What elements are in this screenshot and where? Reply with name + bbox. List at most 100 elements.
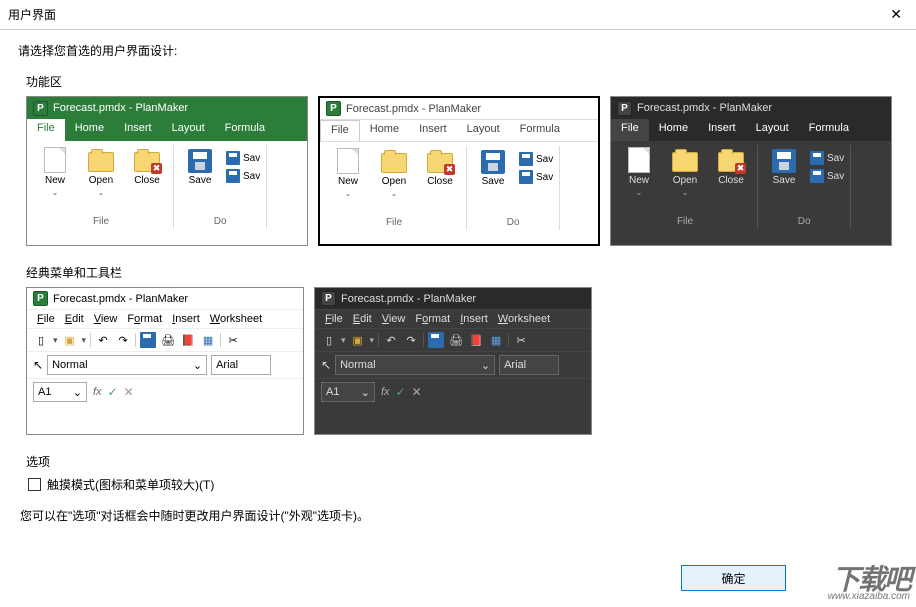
ribbon-option-dark[interactable]: P Forecast.pmdx - PlanMaker File Home In… bbox=[610, 96, 892, 246]
tab-file[interactable]: File bbox=[27, 119, 65, 141]
tab-formula[interactable]: Formula bbox=[799, 119, 859, 141]
chevron-down-icon[interactable]: ▾ bbox=[53, 335, 58, 346]
classic-option-dark[interactable]: P Forecast.pmdx - PlanMaker File Edit Vi… bbox=[314, 287, 592, 435]
save-all-button[interactable]: Sav bbox=[226, 169, 260, 183]
tab-home[interactable]: Home bbox=[649, 119, 698, 141]
menu-worksheet[interactable]: Worksheet bbox=[494, 312, 554, 326]
ribbon-option-white[interactable]: P Forecast.pmdx - PlanMaker File Home In… bbox=[318, 96, 600, 246]
folder-icon[interactable]: ▣ bbox=[350, 332, 366, 348]
font-select[interactable]: Arial bbox=[211, 355, 271, 375]
open-button[interactable]: Open⌄ bbox=[663, 147, 707, 197]
cursor-icon[interactable]: ↖ bbox=[321, 358, 331, 372]
x-icon[interactable]: ✕ bbox=[412, 385, 422, 399]
fx-icon[interactable]: fx bbox=[381, 386, 390, 398]
pdf-icon[interactable]: 📕 bbox=[468, 332, 484, 348]
menu-insert[interactable]: Insert bbox=[168, 312, 204, 326]
open-button[interactable]: Open⌄ bbox=[79, 147, 123, 197]
checkbox-icon[interactable] bbox=[28, 478, 41, 491]
menu-view[interactable]: View bbox=[90, 312, 122, 326]
new-button[interactable]: New⌄ bbox=[326, 148, 370, 198]
print-icon[interactable]: 🖨 bbox=[160, 332, 176, 348]
print-icon[interactable]: 🖨 bbox=[448, 332, 464, 348]
x-icon[interactable]: ✕ bbox=[124, 385, 134, 399]
ribbon-option-green[interactable]: P Forecast.pmdx - PlanMaker File Home In… bbox=[26, 96, 308, 246]
check-icon[interactable]: ✓ bbox=[108, 385, 118, 399]
touch-mode-row[interactable]: 触摸模式(图标和菜单项较大)(T) bbox=[28, 476, 898, 493]
undo-icon[interactable]: ↶ bbox=[383, 332, 399, 348]
save-as-button[interactable]: Sav bbox=[810, 151, 844, 165]
save-all-button[interactable]: Sav bbox=[519, 170, 553, 184]
close-button[interactable]: Close bbox=[418, 148, 462, 198]
tab-layout[interactable]: Layout bbox=[457, 120, 510, 141]
style-row: ↖ Normal⌄ Arial bbox=[315, 352, 591, 379]
new-button[interactable]: New⌄ bbox=[33, 147, 77, 197]
font-select[interactable]: Arial bbox=[499, 355, 559, 375]
table-icon[interactable]: ▦ bbox=[200, 332, 216, 348]
menu-edit[interactable]: Edit bbox=[61, 312, 88, 326]
save-icon[interactable] bbox=[140, 332, 156, 348]
menu-file[interactable]: File bbox=[321, 312, 347, 326]
style-select[interactable]: Normal⌄ bbox=[47, 355, 207, 375]
undo-icon[interactable]: ↶ bbox=[95, 332, 111, 348]
new-doc-icon[interactable]: ▯ bbox=[33, 332, 49, 348]
chevron-down-icon[interactable]: ▾ bbox=[370, 335, 375, 346]
app-icon: P bbox=[326, 101, 341, 116]
folder-icon bbox=[381, 153, 407, 173]
save-as-button[interactable]: Sav bbox=[226, 151, 260, 165]
scissors-icon[interactable]: ✂ bbox=[513, 332, 529, 348]
pdf-icon[interactable]: 📕 bbox=[180, 332, 196, 348]
scissors-icon[interactable]: ✂ bbox=[225, 332, 241, 348]
save-button[interactable]: Save bbox=[471, 148, 515, 188]
tab-home[interactable]: Home bbox=[360, 120, 409, 141]
tab-formula[interactable]: Formula bbox=[215, 119, 275, 141]
tab-layout[interactable]: Layout bbox=[162, 119, 215, 141]
check-icon[interactable]: ✓ bbox=[396, 385, 406, 399]
tab-insert[interactable]: Insert bbox=[698, 119, 746, 141]
classic-option-light[interactable]: P Forecast.pmdx - PlanMaker File Edit Vi… bbox=[26, 287, 304, 435]
folder-icon[interactable]: ▣ bbox=[62, 332, 78, 348]
close-button[interactable]: Close bbox=[709, 147, 753, 197]
dialog-content: 请选择您首选的用户界面设计: 功能区 P Forecast.pmdx - Pla… bbox=[0, 30, 916, 536]
tab-insert[interactable]: Insert bbox=[114, 119, 162, 141]
open-button[interactable]: Open⌄ bbox=[372, 148, 416, 198]
menu-view[interactable]: View bbox=[378, 312, 410, 326]
redo-icon[interactable]: ↷ bbox=[403, 332, 419, 348]
redo-icon[interactable]: ↷ bbox=[115, 332, 131, 348]
tab-file[interactable]: File bbox=[611, 119, 649, 141]
menu-worksheet[interactable]: Worksheet bbox=[206, 312, 266, 326]
close-button[interactable]: Close bbox=[125, 147, 169, 197]
save-button[interactable]: Save bbox=[762, 147, 806, 187]
ribbon-body: New⌄ Open⌄ Close File Save Sav Sav Do bbox=[27, 141, 307, 229]
menu-edit[interactable]: Edit bbox=[349, 312, 376, 326]
cell-ref[interactable]: A1⌄ bbox=[33, 382, 87, 402]
style-select[interactable]: Normal⌄ bbox=[335, 355, 495, 375]
tab-file[interactable]: File bbox=[320, 120, 360, 141]
chevron-down-icon: ⌄ bbox=[361, 386, 370, 399]
chevron-down-icon[interactable]: ▾ bbox=[341, 335, 346, 346]
save-button[interactable]: Save bbox=[178, 147, 222, 187]
cursor-icon[interactable]: ↖ bbox=[33, 358, 43, 372]
new-button[interactable]: New⌄ bbox=[617, 147, 661, 197]
close-icon[interactable]: ✕ bbox=[884, 6, 908, 23]
menu-file[interactable]: File bbox=[33, 312, 59, 326]
menubar: File Edit View Format Insert Worksheet bbox=[27, 310, 303, 329]
tab-layout[interactable]: Layout bbox=[746, 119, 799, 141]
tab-insert[interactable]: Insert bbox=[409, 120, 457, 141]
ribbon-group-file: New⌄ Open⌄ Close File bbox=[613, 145, 758, 229]
menu-format[interactable]: Format bbox=[411, 312, 454, 326]
save-icon bbox=[481, 150, 505, 174]
chevron-down-icon[interactable]: ▾ bbox=[82, 335, 87, 346]
menu-insert[interactable]: Insert bbox=[456, 312, 492, 326]
fx-icon[interactable]: fx bbox=[93, 386, 102, 398]
save-all-button[interactable]: Sav bbox=[810, 169, 844, 183]
table-icon[interactable]: ▦ bbox=[488, 332, 504, 348]
app-title: Forecast.pmdx - PlanMaker bbox=[53, 293, 188, 305]
tab-formula[interactable]: Formula bbox=[510, 120, 570, 141]
ok-button[interactable]: 确定 bbox=[681, 565, 786, 591]
tab-home[interactable]: Home bbox=[65, 119, 114, 141]
menu-format[interactable]: Format bbox=[123, 312, 166, 326]
save-as-button[interactable]: Sav bbox=[519, 152, 553, 166]
save-icon[interactable] bbox=[428, 332, 444, 348]
cell-ref[interactable]: A1⌄ bbox=[321, 382, 375, 402]
new-doc-icon[interactable]: ▯ bbox=[321, 332, 337, 348]
